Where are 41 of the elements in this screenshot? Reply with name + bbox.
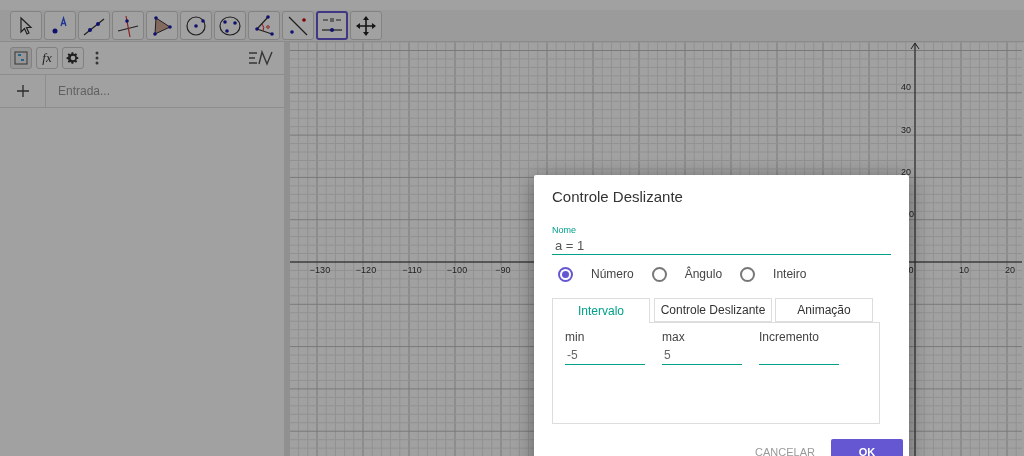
- axis-label: 30: [901, 125, 911, 135]
- add-icon[interactable]: [15, 84, 30, 98]
- perpendicular-line-icon: [116, 13, 140, 38]
- radio-button[interactable]: [740, 266, 756, 282]
- radio-button[interactable]: [558, 266, 573, 282]
- axis-label: 0: [909, 209, 914, 219]
- triangle-icon: [150, 13, 174, 38]
- axis-label: 10: [959, 266, 969, 275]
- axis-label: 40: [901, 82, 911, 92]
- axis-label: 20: [1005, 266, 1015, 275]
- circle-icon: [184, 13, 208, 38]
- axis-label: −100: [446, 266, 468, 275]
- axis-label: −130: [309, 266, 331, 275]
- axis-label: −110: [402, 266, 422, 275]
- axis-label: −90: [495, 266, 511, 275]
- dialog-title: Controle Deslizante: [552, 187, 684, 207]
- tree-icon: [14, 51, 28, 65]
- sort-icon[interactable]: [248, 49, 274, 67]
- input-field[interactable]: -5: [565, 346, 645, 365]
- radio-label: Ângulo: [684, 265, 723, 283]
- ok-button[interactable]: OK: [831, 439, 903, 456]
- tool-button[interactable]: [316, 11, 348, 40]
- name-field[interactable]: a = 1: [552, 237, 891, 255]
- input-field[interactable]: 5: [662, 346, 742, 365]
- function-button[interactable]: fx: [36, 47, 58, 69]
- tab[interactable]: Controle Deslizante: [654, 298, 772, 322]
- radio-label: Inteiro: [773, 266, 807, 283]
- axis-label: −120: [355, 266, 377, 275]
- settings-icon: [66, 51, 80, 65]
- tab[interactable]: Intervalo: [552, 298, 650, 323]
- field-label: Nome: [552, 223, 577, 237]
- radio-button[interactable]: [651, 266, 667, 282]
- angle-icon: [252, 13, 276, 38]
- settings-button[interactable]: [62, 47, 84, 69]
- field-label: max: [662, 329, 686, 346]
- radio-label: Número: [591, 266, 634, 283]
- field-label: min: [565, 329, 586, 346]
- input-field[interactable]: Entrada...: [58, 82, 284, 100]
- field-label: Incremento: [759, 329, 821, 346]
- circle-points-icon: [218, 13, 242, 38]
- tab[interactable]: Animação: [775, 298, 873, 322]
